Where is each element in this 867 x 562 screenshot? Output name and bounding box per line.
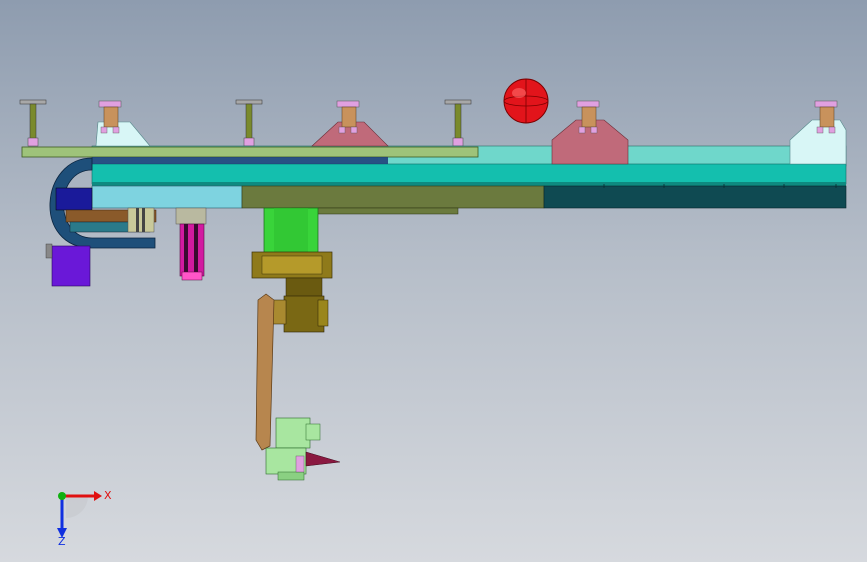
x-axis-label: X <box>104 489 112 502</box>
cad-viewport[interactable] <box>0 0 867 562</box>
post-1 <box>19 99 47 147</box>
coordinate-triad: X Z <box>57 489 112 548</box>
post-2 <box>235 99 263 147</box>
robot-arm[interactable] <box>255 293 275 451</box>
purple-block <box>51 245 91 287</box>
red-sphere-marker[interactable] <box>503 78 549 124</box>
green-motor[interactable] <box>263 207 319 255</box>
magenta-cylinder[interactable] <box>175 207 207 281</box>
z-axis-label: Z <box>58 535 66 548</box>
gripper-assembly[interactable] <box>265 417 341 481</box>
clamp-assemblies <box>98 100 838 134</box>
top-posts <box>19 99 472 147</box>
gripper-finger <box>305 451 341 467</box>
y-axis-origin <box>58 492 66 500</box>
post-3 <box>444 99 472 147</box>
bracket-light-right <box>789 119 847 165</box>
